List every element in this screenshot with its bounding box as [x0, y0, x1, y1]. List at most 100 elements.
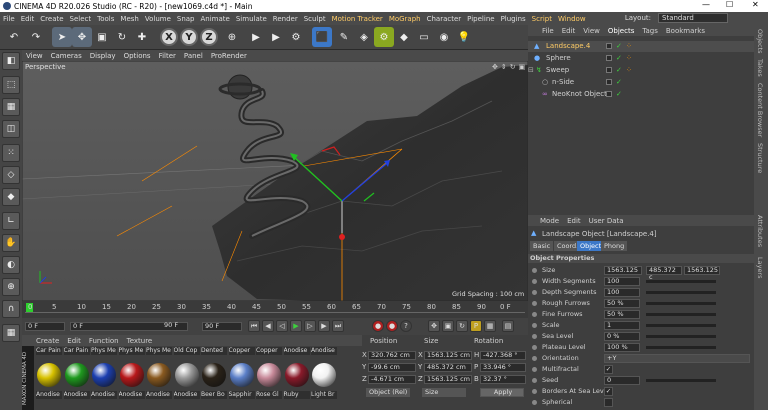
menu-edit[interactable]: Edit — [21, 15, 35, 23]
position-x-field[interactable]: 320.762 cm — [368, 351, 416, 360]
size-y-input[interactable]: 485.372 c — [646, 266, 682, 281]
vp-menu-cameras[interactable]: Cameras — [51, 52, 82, 60]
animate-dot-icon[interactable] — [532, 279, 537, 284]
render-view-icon[interactable]: ▶ — [246, 27, 266, 47]
animate-dot-icon[interactable] — [532, 389, 537, 394]
mat-menu-create[interactable]: Create — [36, 337, 59, 345]
camera-icon[interactable]: ◉ — [434, 27, 454, 47]
animate-dot-icon[interactable] — [532, 301, 537, 306]
animate-dot-icon[interactable] — [532, 356, 537, 361]
magnet-icon[interactable]: ∩ — [2, 300, 20, 318]
material-swatch[interactable] — [119, 363, 144, 387]
timeline-window-icon[interactable]: ▤ — [502, 320, 514, 332]
attr-slider[interactable] — [646, 302, 716, 305]
object-row-sweep[interactable]: ⊟ ↯ Sweep ✓ ⁘ — [528, 65, 754, 76]
object-row-landscape[interactable]: ▲ Landscape.4 ✓ ⁘ — [528, 41, 754, 52]
animate-dot-icon[interactable] — [532, 290, 537, 295]
model-mode-icon[interactable]: ⬚ — [2, 76, 20, 94]
animate-dot-icon[interactable] — [532, 323, 537, 328]
minimize-button[interactable]: — — [702, 0, 710, 9]
array-icon[interactable]: ⚙ — [374, 27, 394, 47]
material-swatch[interactable] — [229, 363, 254, 387]
size-x-input[interactable]: 1563.125 — [604, 266, 642, 275]
keyframe-selection-icon[interactable]: ? — [400, 320, 412, 332]
animate-dot-icon[interactable] — [532, 312, 537, 317]
animate-dot-icon[interactable] — [532, 268, 537, 273]
attr-input[interactable]: 50 % — [604, 310, 640, 319]
key-pla-icon[interactable]: ▦ — [484, 320, 496, 332]
enabled-check-icon[interactable]: ✓ — [616, 53, 622, 64]
material-label[interactable]: Phys Me — [118, 347, 145, 355]
object-row-neoknot[interactable]: ∞ NeoKnot Object ✓ — [528, 89, 754, 100]
side-tab-takes[interactable]: Takes — [756, 59, 764, 77]
visibility-toggle[interactable] — [606, 55, 612, 61]
side-tab-content-browser[interactable]: Content Browser — [756, 83, 764, 137]
animate-dot-icon[interactable] — [532, 334, 537, 339]
material-label[interactable]: Dented — [201, 347, 227, 355]
menu-create[interactable]: Create — [40, 15, 63, 23]
select-arrow-icon[interactable]: ➤ — [52, 27, 72, 47]
key-rotation-icon[interactable]: ↻ — [456, 320, 468, 332]
material-label[interactable]: Copper — [256, 347, 282, 355]
vp-menu-options[interactable]: Options — [124, 52, 151, 60]
menu-script[interactable]: Script — [532, 15, 552, 23]
menu-window[interactable]: Window — [558, 15, 586, 23]
material-swatch[interactable] — [147, 363, 171, 387]
render-settings-icon[interactable]: ⚙ — [286, 27, 306, 47]
material-label[interactable]: Old Cop — [173, 347, 200, 355]
material-swatch[interactable] — [257, 363, 281, 387]
autokey-icon[interactable]: ● — [386, 320, 398, 332]
obj-menu-bookmarks[interactable]: Bookmarks — [666, 27, 705, 35]
next-frame-icon[interactable]: ▷ — [304, 320, 316, 332]
menu-file[interactable]: File — [3, 15, 15, 23]
enabled-check-icon[interactable]: ✓ — [616, 89, 622, 100]
key-position-icon[interactable]: ✥ — [428, 320, 440, 332]
undo-icon[interactable]: ↶ — [4, 27, 24, 47]
previous-key-icon[interactable]: ◀ — [262, 320, 274, 332]
obj-menu-edit[interactable]: Edit — [562, 27, 576, 35]
material-label[interactable]: Anodise — [283, 347, 310, 355]
record-icon[interactable]: ● — [372, 320, 384, 332]
obj-menu-objects[interactable]: Objects — [608, 27, 634, 35]
axis-z-toggle[interactable]: Z — [200, 28, 218, 46]
size-z-field[interactable]: 1563.125 cm — [424, 375, 472, 384]
menu-mograph[interactable]: MoGraph — [389, 15, 421, 23]
menu-plugins[interactable]: Plugins — [501, 15, 526, 23]
previous-frame-icon[interactable]: ◁ — [276, 320, 288, 332]
material-swatch[interactable] — [174, 363, 199, 387]
side-tab-layers[interactable]: Layers — [756, 257, 764, 279]
attr-input[interactable]: 100 — [604, 277, 640, 286]
attr-checkbox[interactable] — [604, 398, 613, 407]
render-picture-viewer-icon[interactable]: ▶ — [266, 27, 286, 47]
visibility-toggle[interactable] — [606, 91, 612, 97]
orbit-icon[interactable]: ↻ — [510, 63, 516, 71]
vp-menu-filter[interactable]: Filter — [159, 52, 176, 60]
material-tag-icon[interactable]: ⁘ — [626, 41, 632, 52]
scale-icon[interactable]: ▣ — [92, 27, 112, 47]
attr-input[interactable]: 0 % — [604, 332, 640, 341]
material-tag-icon[interactable]: ⁘ — [626, 65, 632, 76]
go-to-end-icon[interactable]: ⏭ — [332, 320, 344, 332]
side-tab-objects[interactable]: Objects — [756, 29, 764, 54]
3d-viewport[interactable]: Perspective Grid Spacing : 100 cm ✥ ⇕ ↻ … — [22, 61, 528, 301]
size-x-field[interactable]: 1563.125 cm — [424, 351, 472, 360]
position-z-field[interactable]: -4.671 cm — [368, 375, 416, 384]
zoom-icon[interactable]: ⇕ — [501, 63, 507, 71]
visibility-toggle[interactable] — [606, 67, 612, 73]
subdivision-icon[interactable]: ◈ — [354, 27, 374, 47]
pen-spline-icon[interactable]: ✎ — [334, 27, 354, 47]
attr-menu-edit[interactable]: Edit — [567, 217, 581, 225]
material-label[interactable]: Anodise — [311, 347, 337, 355]
menu-select[interactable]: Select — [70, 15, 92, 23]
attr-input[interactable]: 100 — [604, 288, 640, 297]
rotate-icon[interactable]: ↻ — [112, 27, 132, 47]
axis-y-toggle[interactable]: Y — [180, 28, 198, 46]
pan-icon[interactable]: ✥ — [492, 63, 498, 71]
object-row-nside[interactable]: ○ n-Side ✓ — [528, 77, 754, 88]
position-y-field[interactable]: -99.6 cm — [368, 363, 416, 372]
mat-menu-function[interactable]: Function — [89, 337, 119, 345]
animate-dot-icon[interactable] — [532, 400, 537, 405]
visibility-toggle[interactable] — [606, 79, 612, 85]
material-label[interactable]: Copper — [228, 347, 255, 355]
material-swatch[interactable] — [64, 363, 89, 387]
